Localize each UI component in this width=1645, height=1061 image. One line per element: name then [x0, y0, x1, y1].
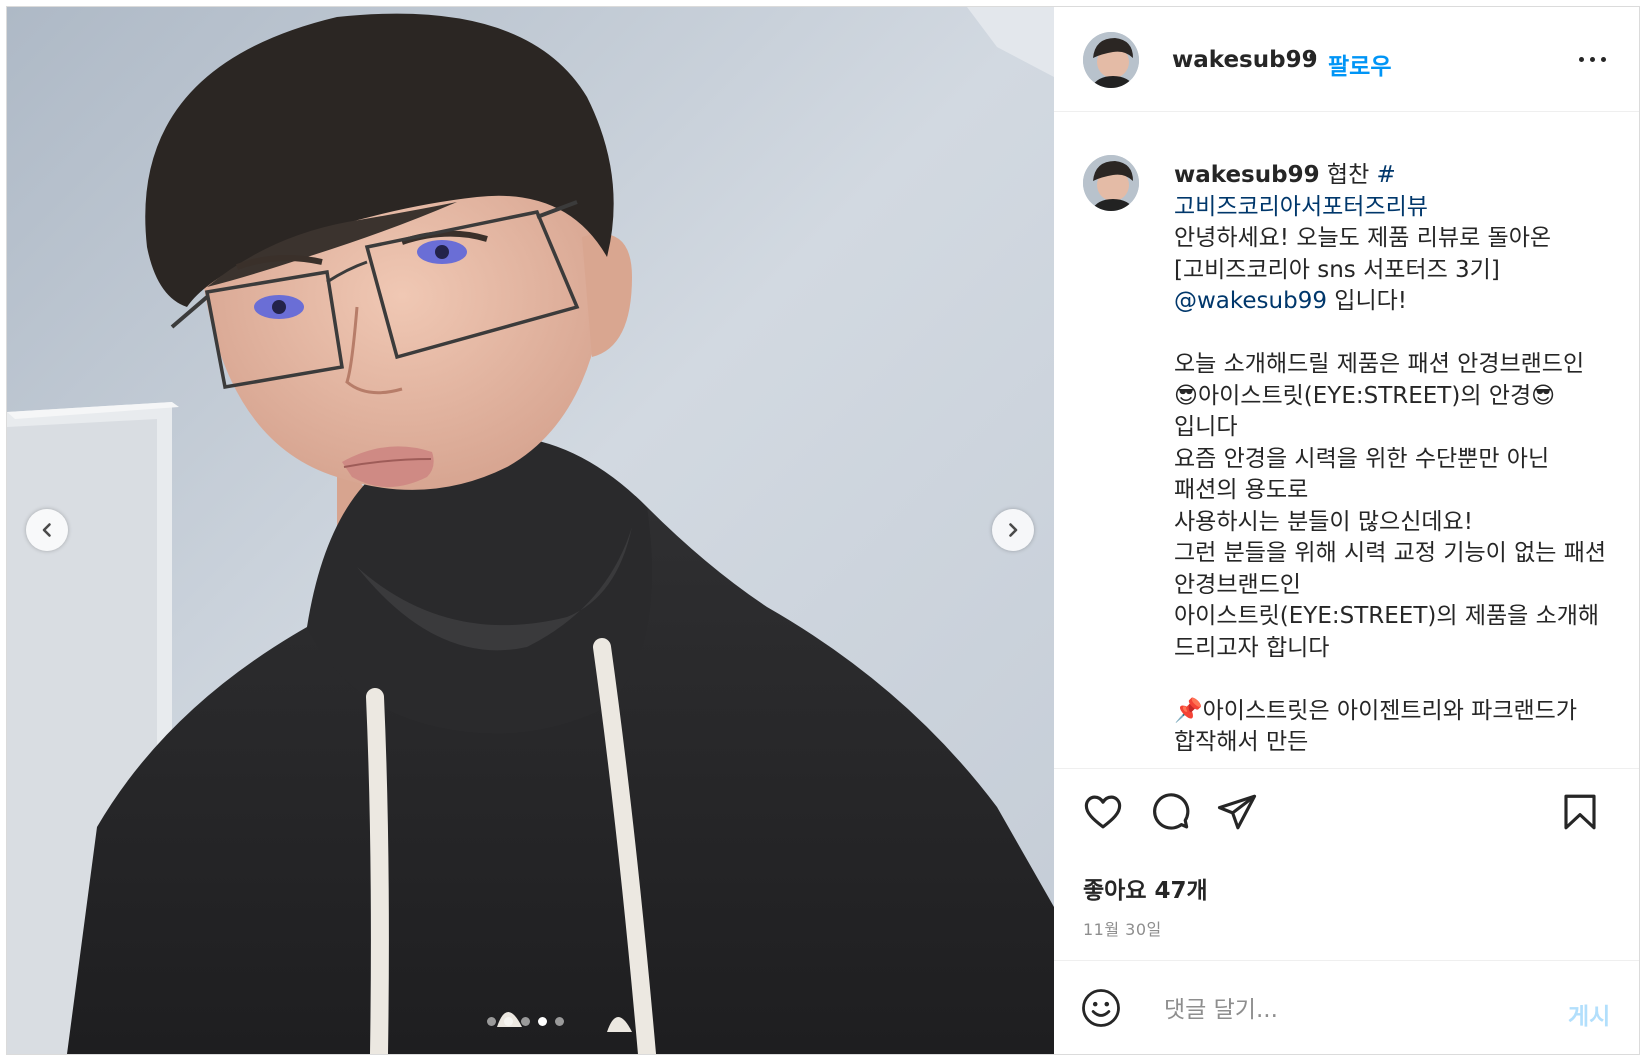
emoji-button[interactable]: [1080, 987, 1122, 1033]
ellipsis-icon: [1578, 56, 1584, 62]
caption-prefix: 협찬: [1319, 162, 1377, 188]
chevron-right-icon: [1009, 523, 1018, 537]
post-header: wakesub99 • 팔로우: [1054, 7, 1639, 112]
carousel-dot-active[interactable]: [538, 1017, 547, 1026]
avatar-image: [1083, 32, 1139, 88]
caption-text: 입니다! 오늘 소개해드릴 제품은 패션 안경브랜드인 😎아이스트릿(EYE:S…: [1174, 288, 1607, 755]
mention-link[interactable]: @wakesub99: [1174, 288, 1327, 314]
comment-box: 게시: [1054, 960, 1639, 1054]
follow-button[interactable]: 팔로우: [1328, 47, 1391, 81]
avatar[interactable]: [1083, 32, 1139, 88]
avatar[interactable]: [1083, 155, 1139, 211]
comment-input[interactable]: [1162, 987, 1516, 1033]
post-side-panel: wakesub99 • 팔로우 wakesub99 협찬 #고비즈코리아서포터즈…: [1054, 7, 1639, 1054]
post-frame: wakesub99 • 팔로우 wakesub99 협찬 #고비즈코리아서포터즈…: [6, 6, 1640, 1055]
caption-username-link[interactable]: wakesub99: [1174, 162, 1320, 188]
post-date[interactable]: 11월 30일: [1083, 916, 1162, 940]
like-button[interactable]: [1082, 791, 1124, 837]
ellipsis-icon: [1589, 56, 1595, 62]
avatar-image: [1083, 155, 1139, 211]
post-photo: [7, 7, 1054, 1054]
post-caption: wakesub99 협찬 #고비즈코리아서포터즈리뷰 안녕하세요! 오늘도 제품…: [1174, 160, 1614, 759]
paper-plane-icon: [1217, 794, 1257, 830]
carousel-indicator: [487, 1017, 564, 1026]
caption-scroll-area[interactable]: wakesub99 협찬 #고비즈코리아서포터즈리뷰 안녕하세요! 오늘도 제품…: [1054, 112, 1639, 768]
username-link[interactable]: wakesub99: [1172, 47, 1318, 73]
carousel-dot[interactable]: [555, 1017, 564, 1026]
caption-text: 안녕하세요! 오늘도 제품 리뷰로 돌아온 [고비즈코리아 sns 서포터즈 3…: [1174, 225, 1559, 283]
chevron-left-icon: [42, 523, 51, 537]
bookmark-icon: [1564, 794, 1596, 830]
post-actions: 좋아요 47개 11월 30일: [1054, 768, 1639, 989]
likes-count[interactable]: 좋아요 47개: [1083, 871, 1208, 905]
comment-button[interactable]: [1149, 791, 1191, 837]
carousel-dot[interactable]: [487, 1017, 496, 1026]
carousel-next-button[interactable]: [992, 509, 1034, 551]
post-comment-button[interactable]: 게시: [1568, 997, 1610, 1031]
heart-icon: [1084, 795, 1122, 829]
carousel-dot[interactable]: [521, 1017, 530, 1026]
share-button[interactable]: [1216, 791, 1258, 837]
separator-dot: •: [1306, 45, 1320, 71]
carousel-dot[interactable]: [504, 1017, 513, 1026]
more-options-button[interactable]: [1572, 47, 1612, 71]
comment-icon: [1153, 793, 1190, 830]
save-button[interactable]: [1559, 791, 1601, 837]
carousel-prev-button[interactable]: [26, 509, 68, 551]
selfie-image: [7, 7, 1054, 1054]
ellipsis-icon: [1600, 56, 1606, 62]
smiley-icon: [1082, 989, 1120, 1027]
